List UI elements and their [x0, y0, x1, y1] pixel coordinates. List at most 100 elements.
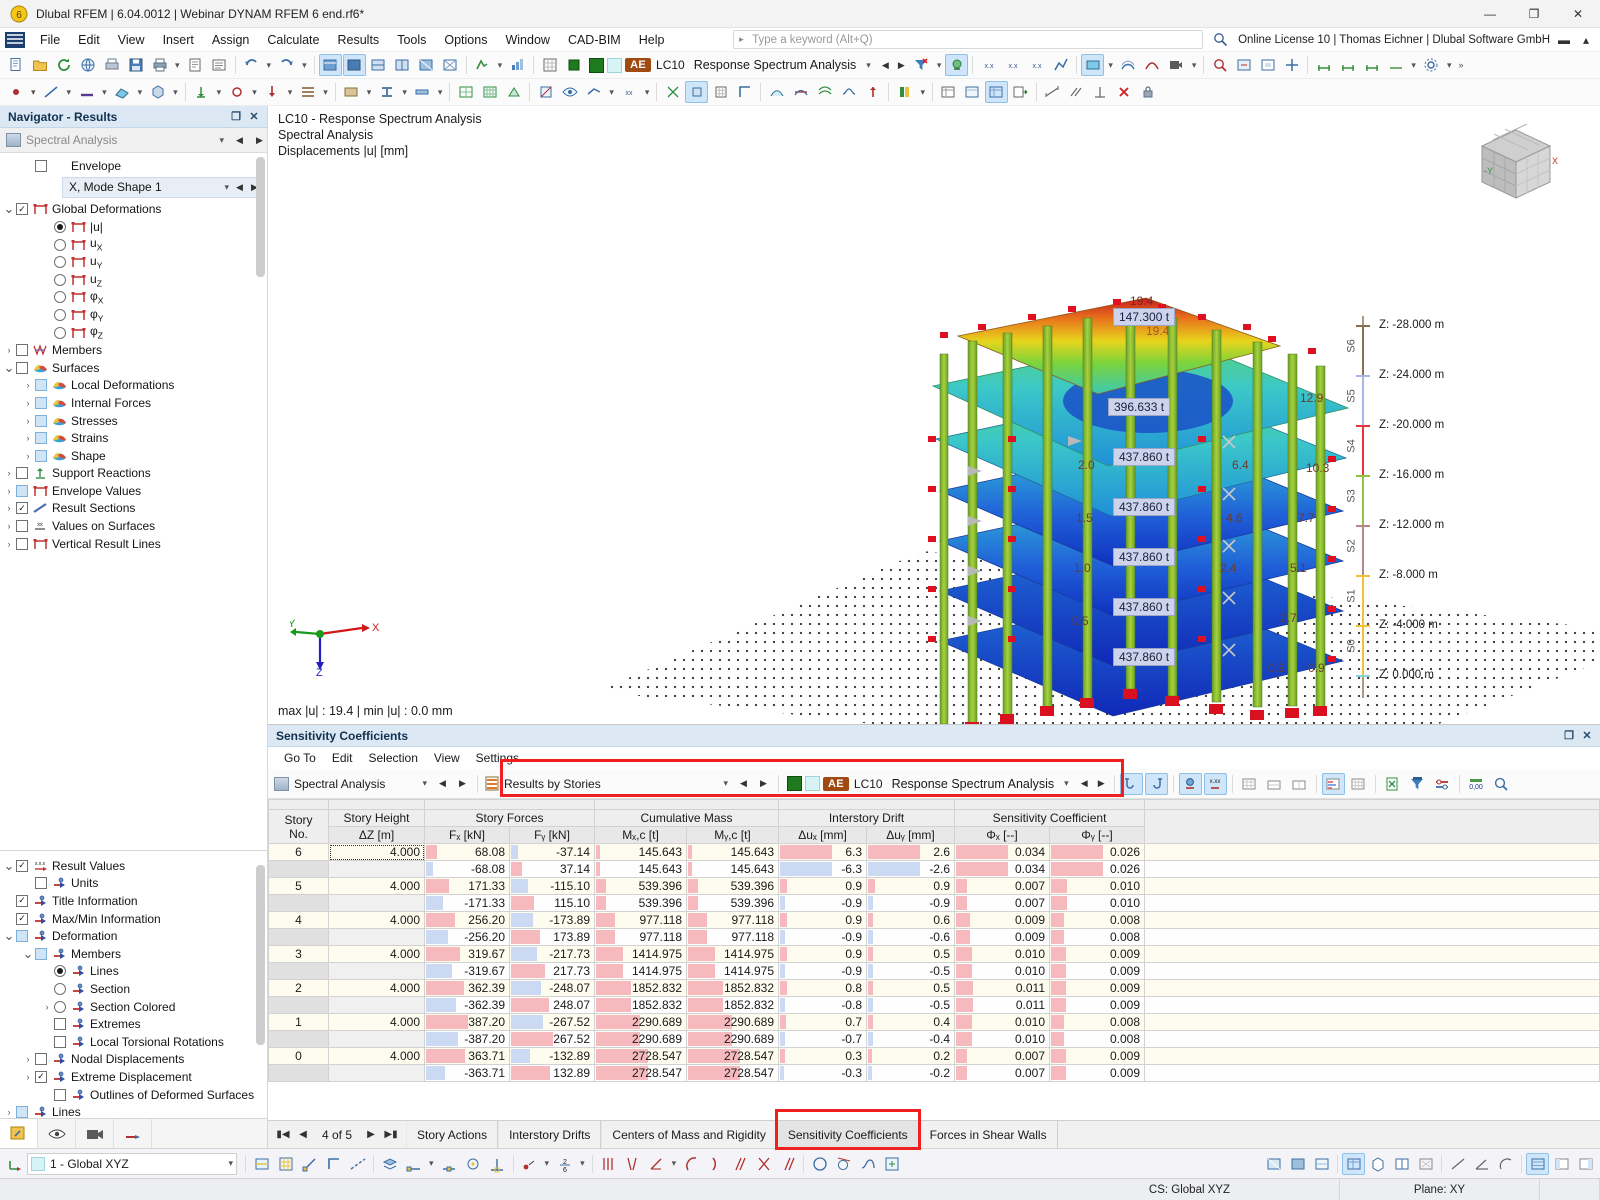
story-icon[interactable]	[296, 81, 319, 103]
cell-story-no[interactable]: 1	[268, 1013, 329, 1031]
deform-shape-icon[interactable]	[1141, 54, 1164, 76]
redo-icon[interactable]	[275, 54, 298, 76]
chevron-right-icon[interactable]: ›	[2, 1107, 16, 1117]
col-group-sensitivity-coefficient[interactable]: Sensitivity Coefficient	[954, 809, 1145, 827]
chevron-right-icon[interactable]: ›	[21, 451, 35, 461]
col-fx[interactable]: Fₓ [kN]	[424, 826, 510, 844]
cell-dux[interactable]: -0.3	[778, 1064, 867, 1082]
clipping-icon[interactable]	[534, 81, 557, 103]
cell-phix[interactable]: 0.010	[954, 1030, 1050, 1048]
table-grid-cols-icon[interactable]	[1288, 773, 1311, 795]
line-icon[interactable]	[40, 81, 63, 103]
navigator-tab-results-icon[interactable]	[0, 1118, 38, 1149]
cell-fx[interactable]: -319.67	[424, 962, 510, 980]
cell-duy[interactable]: 0.6	[866, 911, 955, 929]
document-icon[interactable]	[184, 54, 207, 76]
tree-item-section[interactable]: Section	[0, 980, 267, 998]
cell-dux[interactable]: -0.8	[778, 996, 867, 1014]
cell-phiy[interactable]: 0.008	[1049, 928, 1145, 946]
tree-item-vertical-result-lines[interactable]: › Vertical Result Lines	[0, 535, 267, 553]
table-combo-mid-prev-button[interactable]: ◀	[736, 774, 751, 794]
cell-fy[interactable]: -217.73	[509, 945, 595, 963]
navigator-combo-chevron-down-icon[interactable]: ▾	[216, 135, 227, 146]
checkbox[interactable]	[16, 361, 28, 374]
view-3d-toggle-icon[interactable]	[1366, 1153, 1389, 1175]
table-row[interactable]: 1 4.000 387.20 -267.52 2290.689 2290.689 0.7 0.…	[268, 1013, 1600, 1031]
cell-duy[interactable]: -0.4	[866, 1030, 955, 1048]
radio-button[interactable]	[54, 291, 66, 304]
view-split-icon[interactable]	[1390, 1153, 1413, 1175]
cell-myc[interactable]: 1852.832	[686, 979, 779, 997]
cell-fx[interactable]: -68.08	[424, 860, 510, 878]
cell-myc[interactable]: 977.118	[686, 911, 779, 929]
cell-story-height[interactable]	[328, 928, 425, 946]
cell-duy[interactable]: 2.6	[866, 843, 955, 861]
cell-fx[interactable]: 362.39	[424, 979, 510, 997]
table-results-icon[interactable]	[984, 81, 1008, 103]
tree-item-uy[interactable]: uY	[0, 253, 267, 271]
table-view2-icon[interactable]	[961, 81, 984, 103]
cell-story-height[interactable]: 4.000	[328, 1013, 425, 1031]
cell-story-no[interactable]: 3	[268, 945, 329, 963]
cell-phiy[interactable]: 0.009	[1049, 945, 1145, 963]
surface-result-dropdown-icon[interactable]: ▾	[1105, 60, 1116, 71]
radio-button[interactable]	[54, 273, 66, 286]
point-tool-icon[interactable]	[518, 1153, 541, 1175]
cell-mxc[interactable]: 2290.689	[594, 1013, 687, 1031]
cell-story-no[interactable]	[268, 894, 329, 912]
panel-expand-icon[interactable]: ▴	[1578, 26, 1594, 54]
division-tool-icon[interactable]: 26	[553, 1153, 576, 1175]
arc-icon[interactable]	[680, 1153, 703, 1175]
cell-story-height[interactable]: 4.000	[328, 911, 425, 929]
cell-phiy[interactable]: 0.009	[1049, 962, 1145, 980]
license-icon[interactable]	[1209, 29, 1232, 51]
cell-story-height[interactable]: 4.000	[328, 945, 425, 963]
cell-duy[interactable]: 0.9	[866, 877, 955, 895]
print-icon[interactable]	[148, 54, 171, 76]
cell-story-no[interactable]: 0	[268, 1047, 329, 1065]
color-swatch-icon[interactable]	[562, 54, 585, 76]
cell-myc[interactable]: 2728.547	[686, 1047, 779, 1065]
circle-tool-icon[interactable]	[808, 1153, 831, 1175]
cell-dux[interactable]: 0.7	[778, 1013, 867, 1031]
settings-gear-icon[interactable]	[1420, 54, 1443, 76]
tree-item-support-reactions[interactable]: › Support Reactions	[0, 465, 267, 483]
checkbox[interactable]: ✓	[16, 859, 28, 872]
dimension-dropdown-icon[interactable]: ▾	[1408, 60, 1419, 71]
division-tool-dropdown-icon[interactable]: ▾	[577, 1158, 588, 1169]
panel-restore-icon[interactable]: ▬	[1556, 26, 1572, 54]
table-load-case-prev-button[interactable]: ◀	[1077, 774, 1092, 794]
col-group-interstory-drift[interactable]: Interstory Drift	[778, 809, 955, 827]
cell-dux[interactable]: -0.9	[778, 962, 867, 980]
result-sections-icon[interactable]	[582, 81, 605, 103]
navigator-restore-icon[interactable]: ❐	[227, 110, 245, 123]
view-table-toggle-icon[interactable]	[1342, 1152, 1365, 1175]
smoothing-icon[interactable]	[837, 81, 860, 103]
print-dropdown-icon[interactable]: ▾	[172, 60, 183, 71]
tree-item-local-torsional-rotations[interactable]: Local Torsional Rotations	[0, 1033, 267, 1051]
cell-dux[interactable]: 0.8	[778, 979, 867, 997]
tree-item-outlines-of-deformed-surfaces[interactable]: Outlines of Deformed Surfaces	[0, 1086, 267, 1104]
cell-fy[interactable]: 132.89	[509, 1064, 595, 1082]
work-plane-icon[interactable]	[250, 1153, 273, 1175]
tree-item-ux[interactable]: uX	[0, 236, 267, 254]
cell-phix[interactable]: 0.007	[954, 1064, 1050, 1082]
cell-mxc[interactable]: 1414.975	[594, 945, 687, 963]
mesh-icon[interactable]	[454, 81, 477, 103]
cell-fy[interactable]: 217.73	[509, 962, 595, 980]
cell-fx[interactable]: 363.71	[424, 1047, 510, 1065]
angle-icon[interactable]	[645, 1153, 668, 1175]
values-surface-icon[interactable]: xx	[618, 81, 641, 103]
pager-prev-icon[interactable]: ◀	[294, 1129, 312, 1140]
measure-arc-icon[interactable]	[1494, 1153, 1517, 1175]
view-iso-icon[interactable]	[318, 54, 342, 76]
table-menu-settings[interactable]: Settings	[468, 749, 527, 767]
cell-phiy[interactable]: 0.009	[1049, 979, 1145, 997]
story-dropdown-icon[interactable]: ▾	[320, 87, 331, 98]
support-dropdown-icon[interactable]: ▾	[214, 87, 225, 98]
hinge-dropdown-icon[interactable]: ▾	[249, 87, 260, 98]
tree-item-deformation[interactable]: ⌄ Deformation	[0, 927, 267, 945]
cell-dux[interactable]: -0.9	[778, 928, 867, 946]
table-info-icon[interactable]	[1490, 773, 1513, 795]
menu-insert[interactable]: Insert	[154, 30, 203, 50]
